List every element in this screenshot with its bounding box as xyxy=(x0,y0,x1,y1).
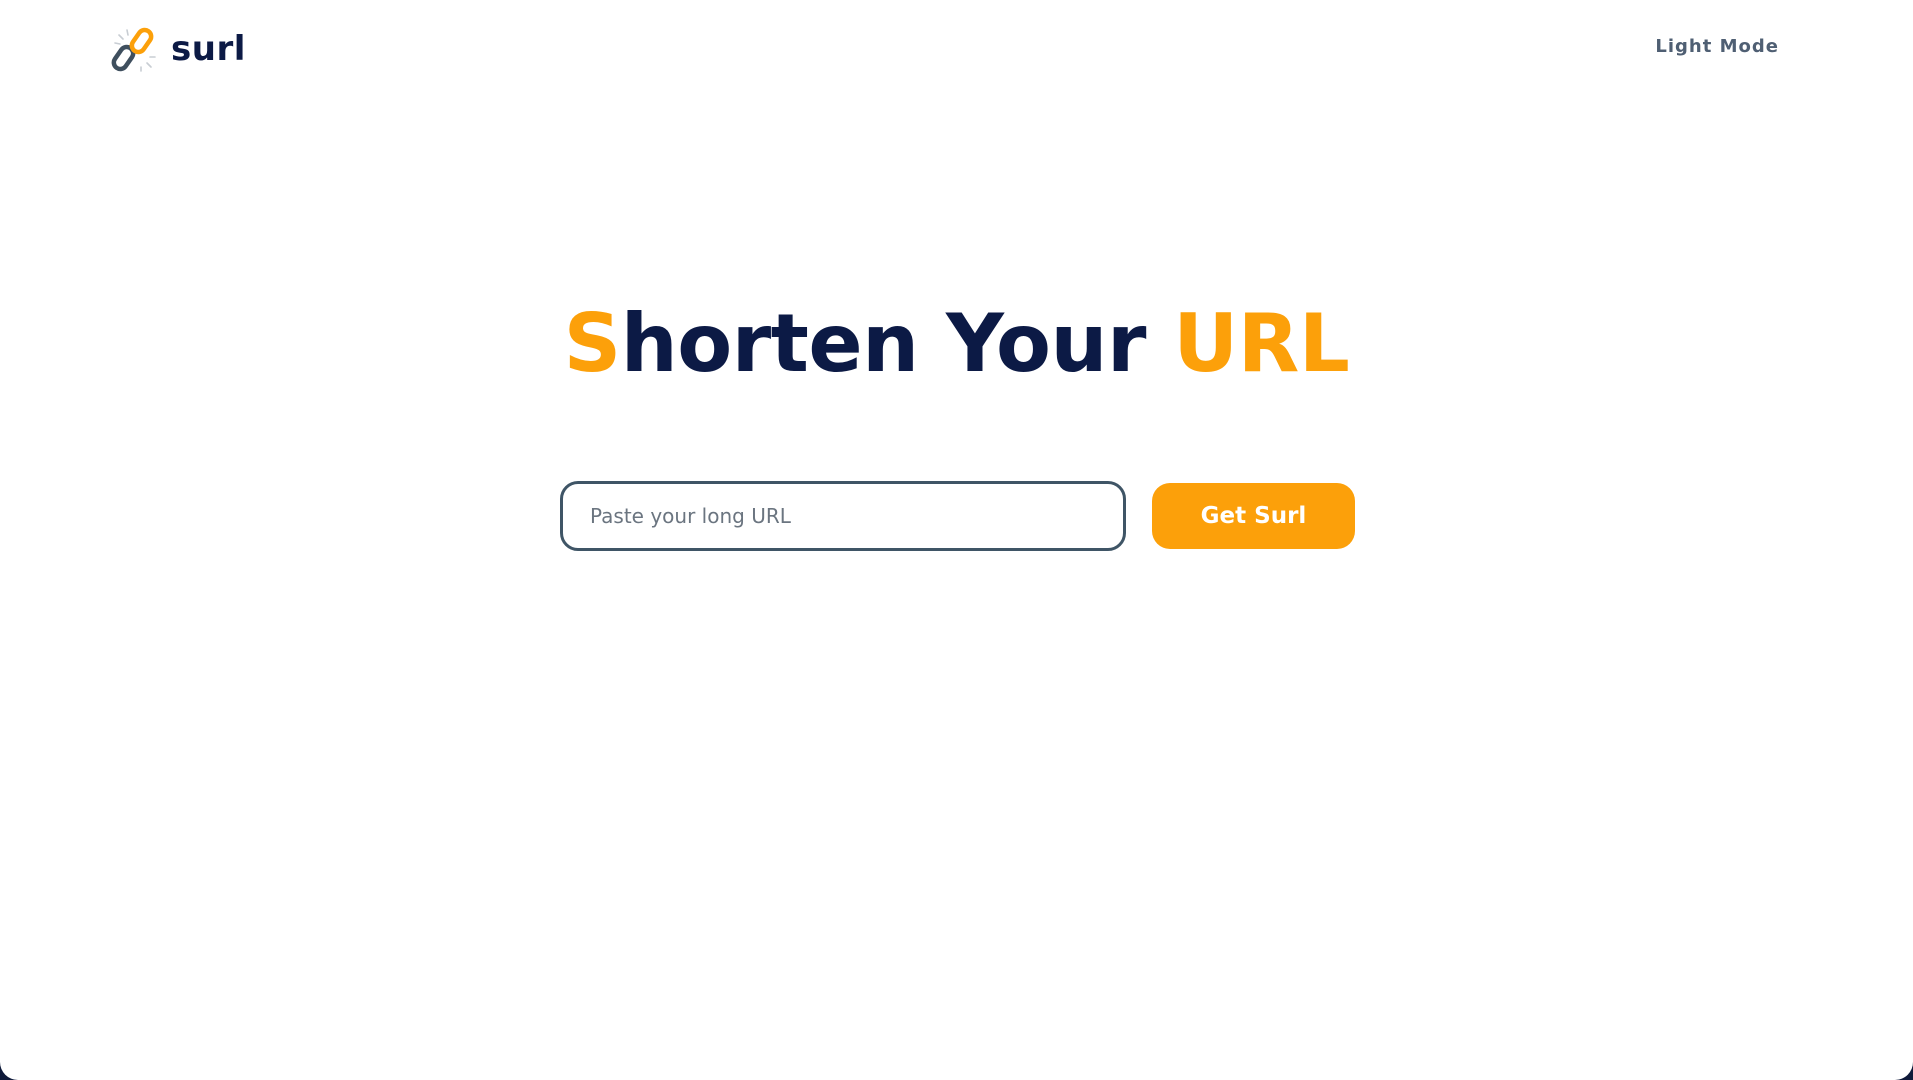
page: surl Light Mode Shorten Your URL Get Sur… xyxy=(0,0,1913,1080)
hero-title-main: horten Your xyxy=(620,297,1174,390)
brand-logo-link[interactable]: surl xyxy=(111,26,246,72)
hero-title: Shorten Your URL xyxy=(0,298,1913,390)
chain-link-icon xyxy=(111,27,156,72)
theme-toggle-button[interactable]: Light Mode xyxy=(1655,36,1779,57)
get-surl-button[interactable]: Get Surl xyxy=(1152,483,1355,549)
hero-title-accent-letter: S xyxy=(563,297,622,390)
top-nav: surl Light Mode xyxy=(0,0,1913,100)
long-url-input[interactable] xyxy=(560,481,1126,551)
hero-title-accent-word: URL xyxy=(1173,297,1350,390)
brand-name: surl xyxy=(171,29,246,69)
